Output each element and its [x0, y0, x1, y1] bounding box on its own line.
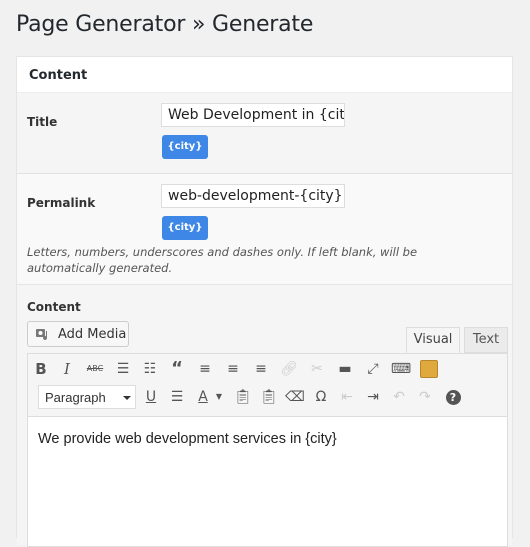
- help-icon[interactable]: ?: [442, 386, 464, 408]
- editor-body[interactable]: We provide web development services in {…: [27, 417, 508, 547]
- special-character-icon[interactable]: Ω: [310, 386, 332, 408]
- permalink-row: Permalink web-development-{city} {city} …: [17, 174, 512, 285]
- content-label: Content: [27, 300, 81, 314]
- permalink-label: Permalink: [27, 196, 96, 210]
- format-select-value: Paragraph: [45, 390, 106, 405]
- media-icon: [36, 329, 48, 341]
- redo-icon[interactable]: ↷: [414, 386, 436, 408]
- chevron-down-icon: [123, 396, 131, 400]
- page-title: Page Generator » Generate: [16, 12, 314, 37]
- add-media-button[interactable]: Add Media: [27, 321, 129, 347]
- tab-visual[interactable]: Visual: [406, 327, 460, 353]
- blockquote-icon[interactable]: “: [166, 358, 188, 380]
- strikethrough-icon[interactable]: ABC: [84, 358, 106, 380]
- justify-icon[interactable]: ☰: [166, 386, 188, 408]
- postbox-heading: Content: [29, 68, 88, 83]
- editor-toolbar: B I ABC ☰ ☷ “ ≡ ≡ ≡ 🔗︎ ✂︎ ▬ ⤢ ⌨ Paragrap…: [27, 353, 508, 417]
- underline-icon[interactable]: U: [140, 386, 162, 408]
- undo-icon[interactable]: ↶: [388, 386, 410, 408]
- insert-link-icon[interactable]: 🔗︎: [278, 358, 300, 380]
- permalink-input[interactable]: web-development-{city}: [161, 184, 345, 208]
- title-row: Title Web Development in {city} {city}: [17, 93, 512, 174]
- indent-icon[interactable]: ⇥: [362, 386, 384, 408]
- paste-text-icon[interactable]: 📋︎: [232, 386, 254, 408]
- italic-icon[interactable]: I: [56, 358, 78, 380]
- paste-word-icon[interactable]: 📋︎: [258, 386, 280, 408]
- format-select[interactable]: Paragraph: [38, 385, 136, 409]
- remove-link-icon[interactable]: ✂︎: [306, 358, 328, 380]
- align-left-icon[interactable]: ≡: [194, 358, 216, 380]
- toolbar-toggle-icon[interactable]: ⌨: [390, 358, 412, 380]
- editor-text: We provide web development services in {…: [38, 431, 337, 447]
- outdent-icon[interactable]: ⇤: [336, 386, 358, 408]
- align-center-icon[interactable]: ≡: [222, 358, 244, 380]
- bold-icon[interactable]: B: [30, 358, 52, 380]
- fullscreen-icon[interactable]: ⤢: [362, 358, 384, 380]
- numbered-list-icon[interactable]: ☷: [139, 358, 161, 380]
- title-input[interactable]: Web Development in {city}: [161, 103, 345, 127]
- permalink-help-text: Letters, numbers, underscores and dashes…: [27, 245, 418, 275]
- postbox-header[interactable]: Content: [17, 57, 512, 93]
- title-city-keyword-button[interactable]: {city}: [162, 135, 208, 159]
- plugin-chest-icon[interactable]: [418, 358, 440, 380]
- add-media-label: Add Media: [58, 327, 127, 342]
- read-more-icon[interactable]: ▬: [334, 358, 356, 380]
- content-postbox: Content Title Web Development in {city} …: [16, 56, 513, 547]
- align-right-icon[interactable]: ≡: [250, 358, 272, 380]
- tab-text[interactable]: Text: [464, 327, 508, 353]
- bullet-list-icon[interactable]: ☰: [112, 358, 134, 380]
- clear-formatting-icon[interactable]: ⌫: [284, 386, 306, 408]
- permalink-city-keyword-button[interactable]: {city}: [162, 216, 208, 240]
- title-label: Title: [27, 115, 58, 129]
- text-color-caret-icon[interactable]: ▼: [208, 386, 230, 408]
